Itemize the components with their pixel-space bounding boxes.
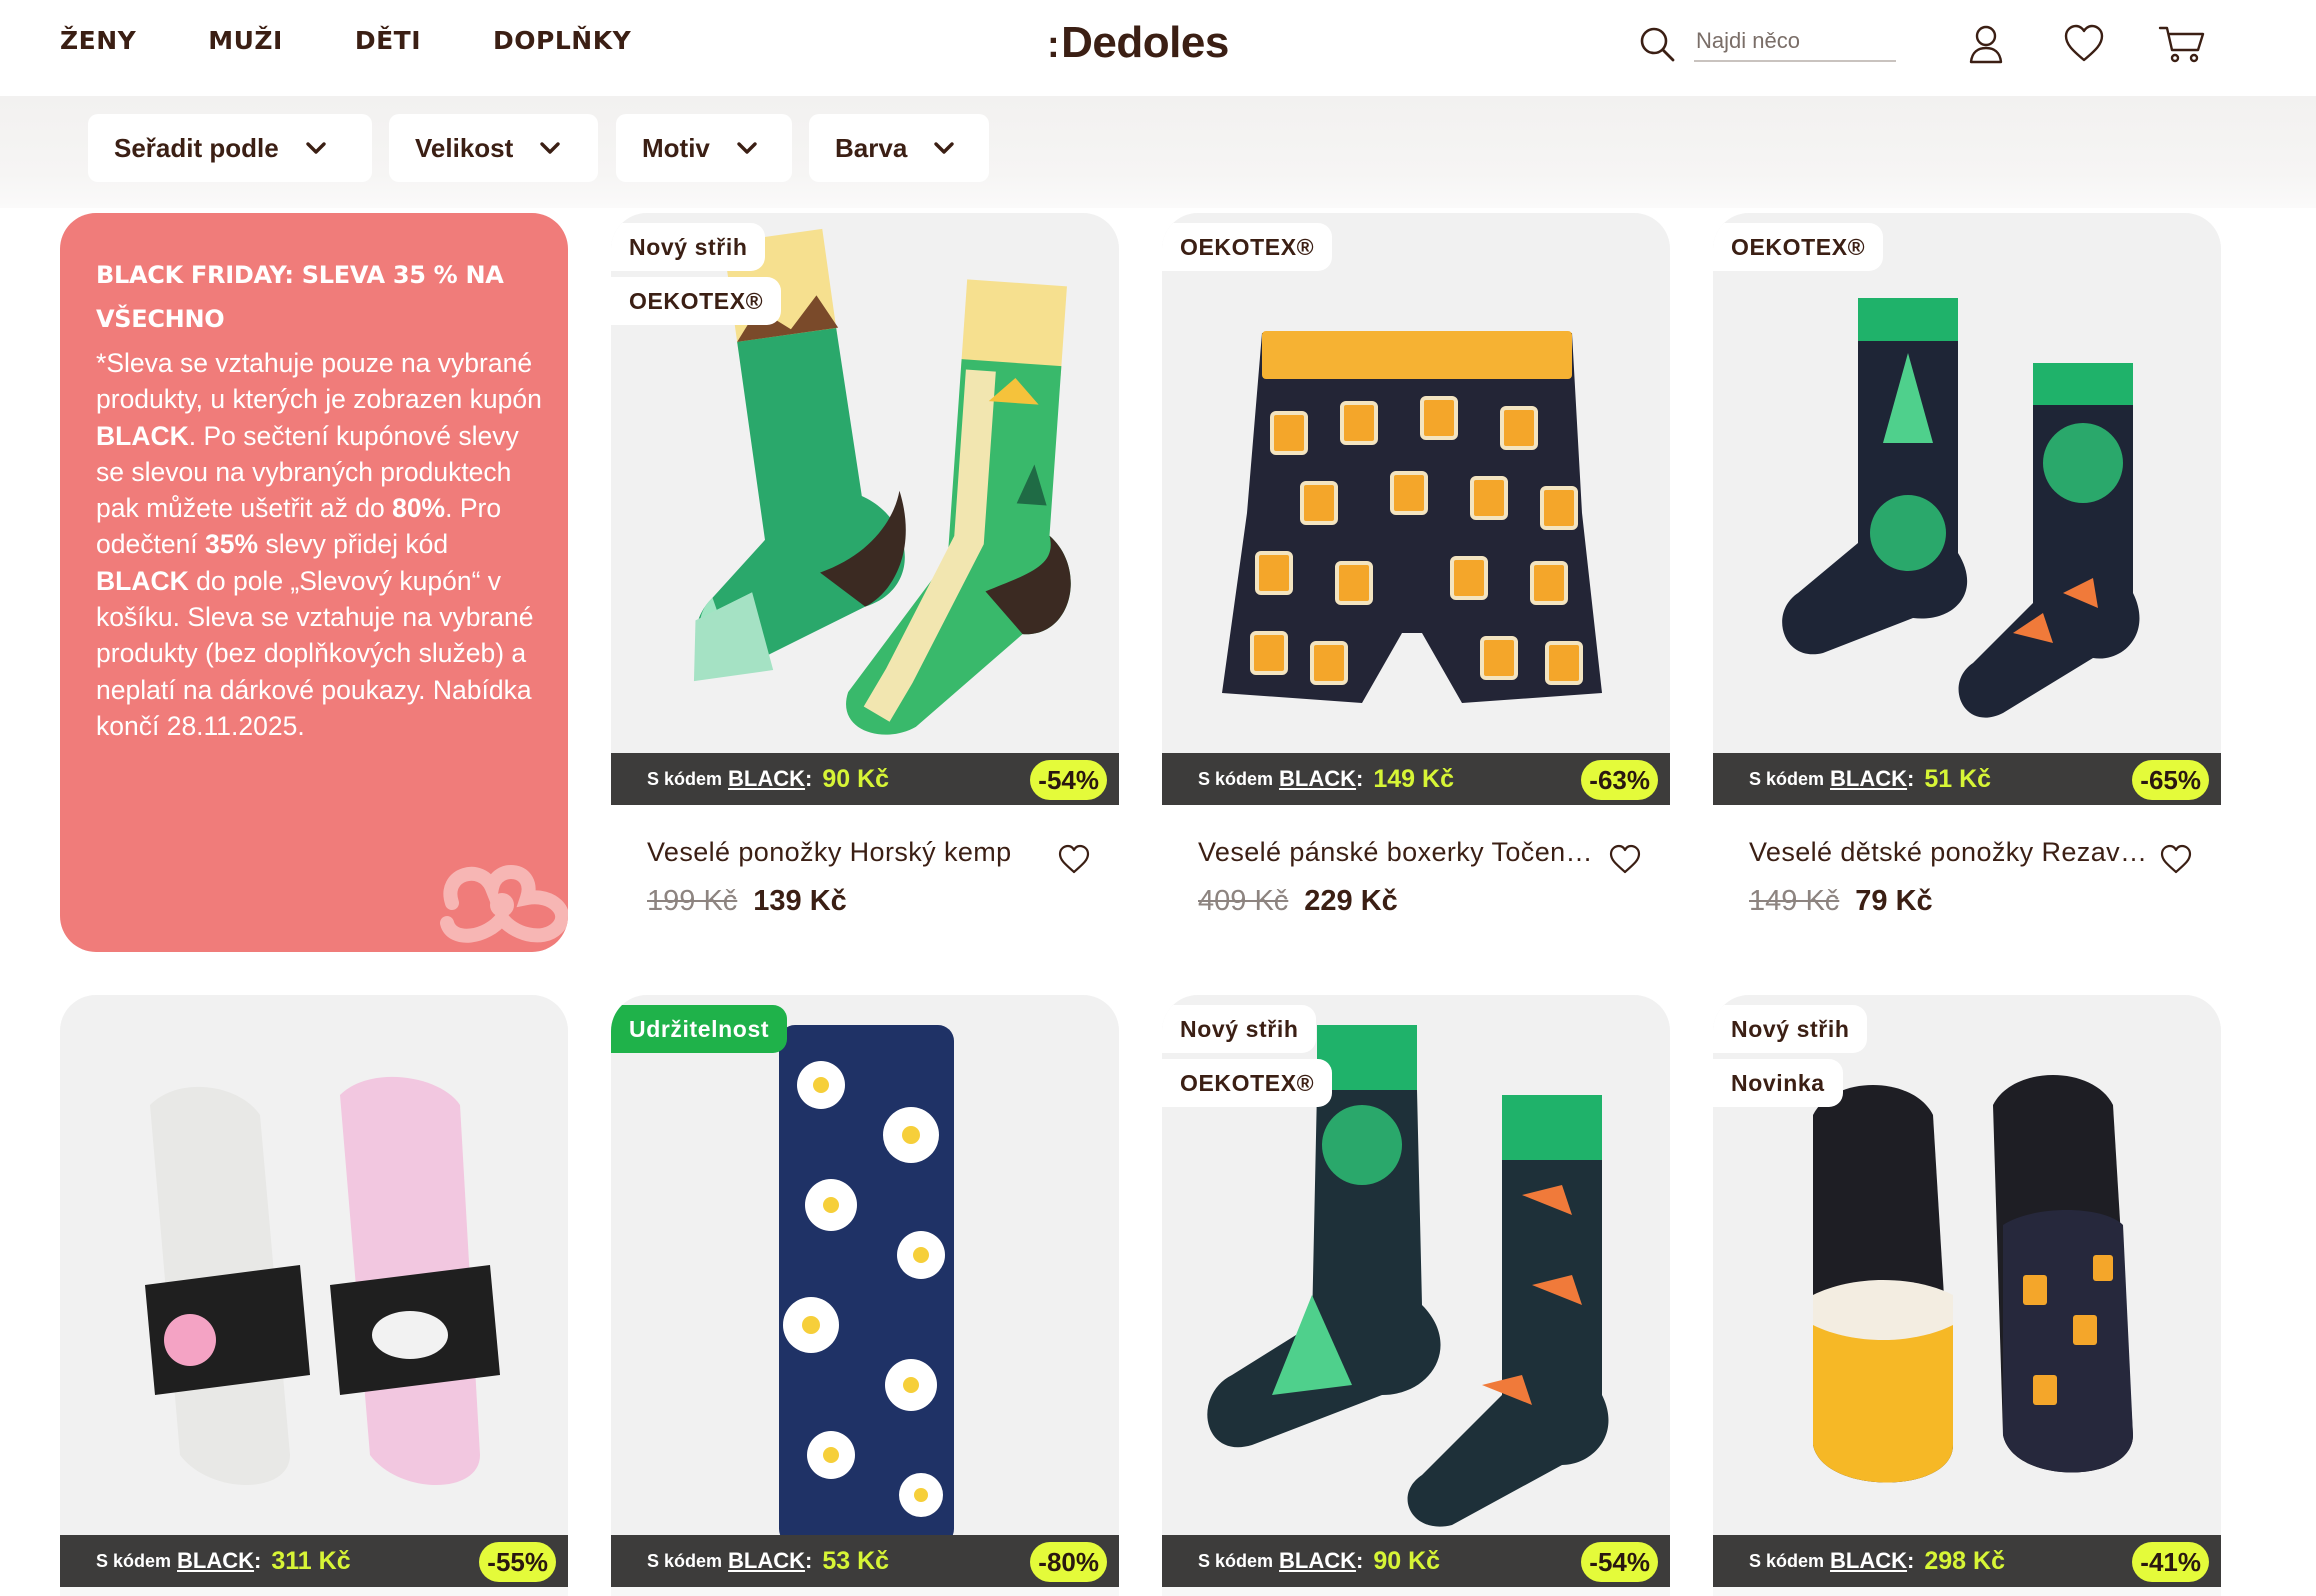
coupon-strip: S kódem BLACK:53 Kč -80% bbox=[611, 1535, 1119, 1587]
coupon-strip: S kódem BLACK:51 Kč -65% bbox=[1713, 753, 2221, 805]
product-card[interactable]: Nový střih Novinka S kódem BLACK:298 Kč -… bbox=[1713, 995, 2221, 1596]
discount-badge: -63% bbox=[1581, 760, 1658, 800]
product-card[interactable]: OEKOTEX® S kódem BLACK:51 Kč -65% Veselé … bbox=[1713, 213, 2221, 955]
product-image[interactable]: Nový střih Novinka bbox=[1713, 995, 2221, 1535]
badge-new-cut: Nový střih bbox=[1162, 1005, 1317, 1053]
product-card[interactable]: S kódem BLACK:311 Kč -55% bbox=[60, 995, 568, 1596]
coupon-strip: S kódem BLACK:149 Kč -63% bbox=[1162, 753, 1670, 805]
current-price: 229 Kč bbox=[1304, 885, 1398, 917]
badge-oekotex: OEKOTEX® bbox=[1713, 223, 1884, 271]
coupon-price: 90 Kč bbox=[822, 764, 890, 793]
product-card[interactable]: Udržitelnost S kódem BLACK:53 Kč -80% bbox=[611, 995, 1119, 1596]
discount-badge: -54% bbox=[1581, 1542, 1658, 1582]
coupon-price: 298 Kč bbox=[1924, 1546, 2005, 1575]
old-price: 199 Kč bbox=[647, 885, 738, 917]
product-card[interactable]: OEKOTEX® S kódem BLACK:149 Kč -63% Veselé… bbox=[1162, 213, 1670, 955]
site-header: ŽENY MUŽI DĚTI DOPLŇKY :Dedoles bbox=[0, 0, 2316, 96]
socks-fox-image bbox=[1782, 298, 2140, 718]
wishlist-heart-icon[interactable] bbox=[1057, 843, 1091, 875]
motif-filter[interactable]: Motiv bbox=[616, 114, 792, 182]
promo-text: *Sleva se vztahuje pouze na vybrané prod… bbox=[96, 348, 542, 741]
cart-icon[interactable] bbox=[2158, 22, 2206, 66]
search-input[interactable] bbox=[1694, 22, 1896, 62]
coupon-price: 149 Kč bbox=[1373, 764, 1454, 793]
product-info: Veselé pánské boxerky Točené pivo 409 Kč… bbox=[1162, 805, 1670, 955]
old-price: 149 Kč bbox=[1749, 885, 1840, 917]
badge-new-cut: Nový střih bbox=[611, 223, 766, 271]
coupon-price: 51 Kč bbox=[1924, 764, 1992, 793]
motif-label: Motiv bbox=[642, 132, 710, 163]
coupon-strip: S kódem BLACK:90 Kč -54% bbox=[611, 753, 1119, 805]
coupon-price: 53 Kč bbox=[822, 1546, 890, 1575]
chevron-down-icon bbox=[306, 142, 326, 154]
product-image[interactable] bbox=[60, 995, 568, 1535]
current-price: 139 Kč bbox=[753, 885, 847, 917]
product-image[interactable]: OEKOTEX® bbox=[1162, 213, 1670, 753]
wishlist-heart-icon[interactable] bbox=[2159, 843, 2193, 875]
size-filter[interactable]: Velikost bbox=[389, 114, 598, 182]
badge-oekotex: OEKOTEX® bbox=[611, 277, 782, 325]
sort-label: Seřadit podle bbox=[114, 132, 279, 163]
badge-oekotex: OEKOTEX® bbox=[1162, 223, 1333, 271]
current-price: 79 Kč bbox=[1855, 885, 1933, 917]
wishlist-heart-icon[interactable] bbox=[1608, 843, 1642, 875]
size-label: Velikost bbox=[415, 132, 514, 163]
heart-icon[interactable] bbox=[2062, 22, 2106, 66]
discount-badge: -65% bbox=[2132, 760, 2209, 800]
chevron-down-icon bbox=[737, 142, 757, 154]
color-filter[interactable]: Barva bbox=[809, 114, 989, 182]
product-card[interactable]: Nový střih OEKOTEX® S kódem BLACK:90 Kč -… bbox=[1162, 995, 1670, 1596]
discount-badge: -55% bbox=[479, 1542, 556, 1582]
discount-badge: -80% bbox=[1030, 1542, 1107, 1582]
badge-new: Novinka bbox=[1713, 1059, 1843, 1107]
product-image[interactable]: Nový střih OEKOTEX® bbox=[1162, 995, 1670, 1535]
coupon-price: 311 Kč bbox=[271, 1546, 351, 1575]
product-image[interactable]: OEKOTEX® bbox=[1713, 213, 2221, 753]
product-name[interactable]: Veselé pánské boxerky Točené pivo bbox=[1198, 837, 1598, 868]
nav-men[interactable]: MUŽI bbox=[208, 26, 283, 55]
product-info: Veselé dětské ponožky Rezavá liška 149 K… bbox=[1713, 805, 2221, 955]
bow-decoration-icon bbox=[440, 865, 568, 943]
badge-new-cut: Nový střih bbox=[1713, 1005, 1868, 1053]
coupon-strip: S kódem BLACK:298 Kč -41% bbox=[1713, 1535, 2221, 1587]
product-name[interactable]: Veselé ponožky Horský kemp bbox=[647, 837, 1047, 868]
product-image[interactable]: Nový střih OEKOTEX® bbox=[611, 213, 1119, 753]
sort-dropdown[interactable]: Seřadit podle bbox=[88, 114, 372, 182]
promo-title: Black Friday: sleva 35 % na všechno bbox=[96, 261, 504, 333]
coupon-price: 90 Kč bbox=[1373, 1546, 1441, 1575]
product-card[interactable]: Nový střih OEKOTEX® S kódem BLACK:90 Kč -… bbox=[611, 213, 1119, 955]
nav-women[interactable]: ŽENY bbox=[60, 26, 136, 55]
chevron-down-icon bbox=[934, 142, 954, 154]
nav-accessories[interactable]: DOPLŇKY bbox=[493, 26, 631, 55]
product-image[interactable]: Udržitelnost bbox=[611, 995, 1119, 1545]
logo[interactable]: :Dedoles bbox=[1047, 18, 1229, 68]
logo-text: Dedoles bbox=[1061, 18, 1229, 67]
user-icon[interactable] bbox=[1964, 22, 2008, 66]
coupon-strip: S kódem BLACK:90 Kč -54% bbox=[1162, 1535, 1670, 1587]
main-nav: ŽENY MUŽI DĚTI DOPLŇKY bbox=[60, 26, 703, 55]
nav-kids[interactable]: DĚTI bbox=[355, 26, 421, 55]
product-info: Veselé ponožky Horský kemp 199 Kč 139 Kč bbox=[611, 805, 1119, 955]
slides-cat-image bbox=[145, 1076, 500, 1485]
discount-badge: -54% bbox=[1030, 760, 1107, 800]
promo-card[interactable]: Black Friday: sleva 35 % na všechno *Sle… bbox=[60, 213, 568, 952]
price-row: 409 Kč 229 Kč bbox=[1198, 885, 1398, 918]
filter-bar: Seřadit podle Velikost Motiv Barva bbox=[0, 96, 2316, 208]
neck-warmer-daisy-image bbox=[779, 1025, 954, 1545]
badge-sustainability: Udržitelnost bbox=[611, 1005, 788, 1053]
product-name[interactable]: Veselé dětské ponožky Rezavá liška bbox=[1749, 837, 2149, 868]
search-icon[interactable] bbox=[1637, 24, 1677, 64]
logo-mark: : bbox=[1047, 24, 1060, 66]
boxers-beer-image bbox=[1222, 331, 1602, 703]
chevron-down-icon bbox=[540, 142, 560, 154]
price-row: 149 Kč 79 Kč bbox=[1749, 885, 1933, 918]
old-price: 409 Kč bbox=[1198, 885, 1289, 917]
coupon-strip: S kódem BLACK:311 Kč -55% bbox=[60, 1535, 568, 1587]
badge-oekotex: OEKOTEX® bbox=[1162, 1059, 1333, 1107]
price-row: 199 Kč 139 Kč bbox=[647, 885, 847, 918]
color-label: Barva bbox=[835, 132, 908, 163]
discount-badge: -41% bbox=[2132, 1542, 2209, 1582]
